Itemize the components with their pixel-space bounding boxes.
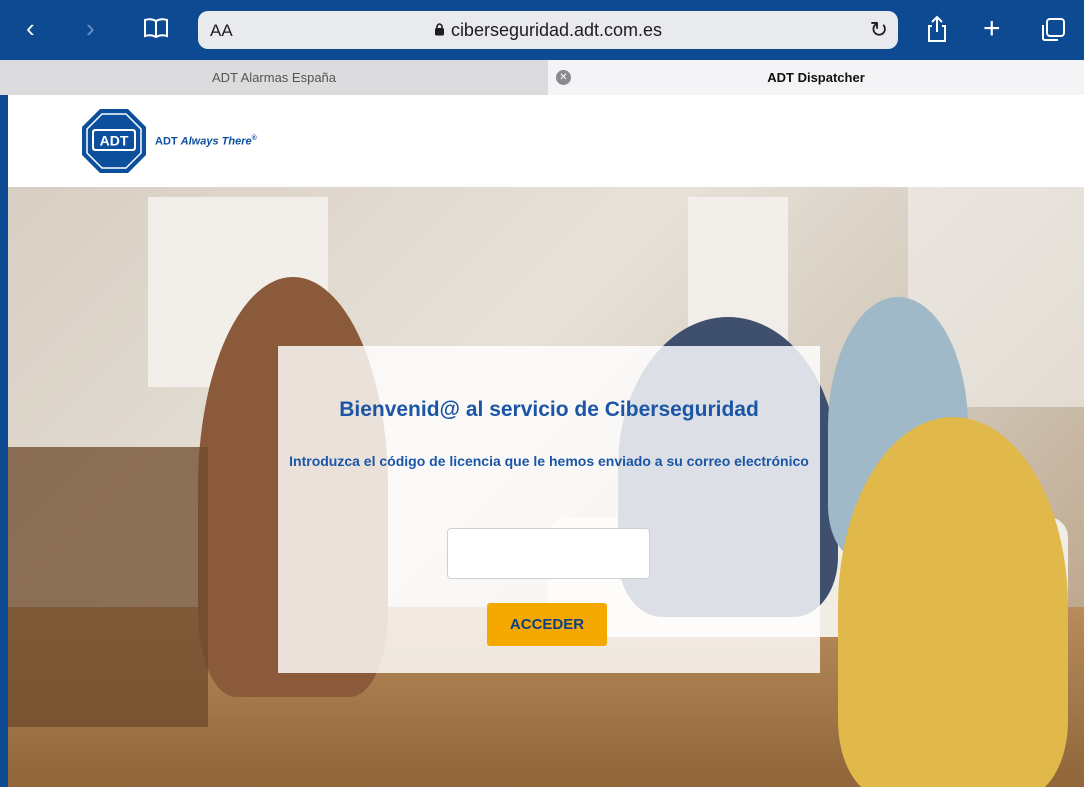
tab-close-icon[interactable]: ✕ [556,70,571,85]
site-header: ADT ADT Always There® [8,95,1084,187]
hero-image: Bienvenid@ al servicio de Ciberseguridad… [8,187,1084,787]
brand-tagline: ADT Always There® [155,135,257,148]
web-page: ADT ADT Always There® Bienvenid@ al serv… [8,95,1084,787]
wooden-shelf [8,447,208,727]
tagline-slogan: Always There [180,135,252,148]
url-text[interactable]: ciberseguridad.adt.com.es [198,20,898,41]
browser-toolbar: ‹ › AA ciberseguridad.adt.com.es ↻ + [0,0,1084,60]
person-boy [838,417,1068,787]
reload-icon[interactable]: ↻ [870,17,888,43]
access-button[interactable]: ACCEDER [487,603,607,646]
welcome-title: Bienvenid@ al servicio de Ciberseguridad [339,398,759,421]
adt-logo[interactable]: ADT [80,107,148,175]
address-bar[interactable]: AA ciberseguridad.adt.com.es ↻ [198,11,898,49]
share-icon[interactable] [926,15,948,47]
svg-text:ADT: ADT [100,133,129,149]
back-icon[interactable]: ‹ [26,15,35,41]
tagline-mark: ® [251,135,257,142]
lock-icon [434,20,445,41]
license-code-input[interactable] [447,528,650,579]
tab-adt-dispatcher[interactable]: ADT Dispatcher [548,60,1084,95]
tab-adt-alarmas[interactable]: ADT Alarmas España [0,60,548,95]
url-label: ciberseguridad.adt.com.es [450,20,663,40]
forward-icon[interactable]: › [86,15,95,41]
tabs-overview-icon[interactable] [1040,17,1066,47]
tagline-brand: ADT [155,135,178,148]
bookmarks-icon[interactable] [143,17,169,43]
new-tab-icon[interactable]: + [983,14,1001,44]
license-instructions: Introduzca el código de licencia que le … [289,453,809,469]
login-card: Bienvenid@ al servicio de Ciberseguridad… [278,346,820,673]
tab-bar: ADT Alarmas España ADT Dispatcher ✕ [0,60,1084,95]
